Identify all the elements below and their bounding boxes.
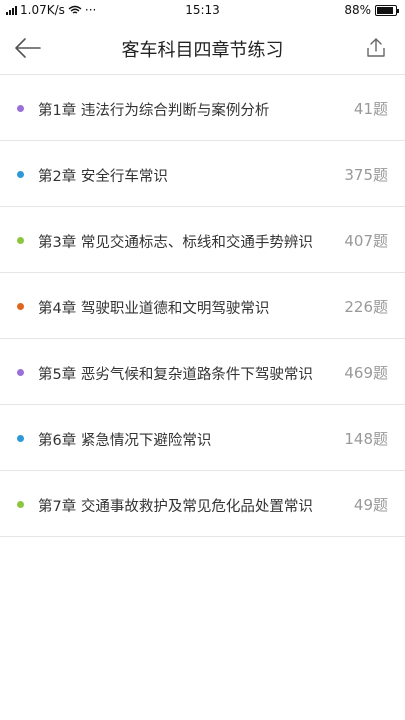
battery-percent: 88% xyxy=(344,3,371,17)
chapter-dot-icon xyxy=(17,501,24,508)
status-right: 88% xyxy=(344,3,399,17)
battery-level xyxy=(377,6,393,14)
chapter-count: 49题 xyxy=(353,496,388,514)
chapter-dot-icon xyxy=(17,435,24,442)
chapter-item[interactable]: 第5章 恶劣气候和复杂道路条件下驾驶常识 469题 xyxy=(0,339,405,405)
nav-bar: 客车科目四章节练习 xyxy=(0,22,405,74)
chapter-title: 第1章 违法行为综合判断与案例分析 xyxy=(38,103,270,119)
chapter-title: 第3章 常见交通标志、标线和交通手势辨识 xyxy=(38,235,313,251)
chapter-item[interactable]: 第1章 违法行为综合判断与案例分析 41题 xyxy=(0,75,405,141)
status-bar: 1.07K/s ··· 15:13 88% xyxy=(0,0,405,22)
chapter-count: 148题 xyxy=(344,430,388,448)
chapter-item[interactable]: 第3章 常见交通标志、标线和交通手势辨识 407题 xyxy=(0,207,405,273)
chapter-dot-icon xyxy=(17,171,24,178)
chapter-list: 第1章 违法行为综合判断与案例分析 41题第2章 安全行车常识 375题第3章 常见… xyxy=(0,74,405,537)
chapter-dot-icon xyxy=(17,237,24,244)
chapter-title: 第2章 安全行车常识 xyxy=(38,169,168,185)
chapter-item[interactable]: 第7章 交通事故救护及常见危化品处置常识 49题 xyxy=(0,471,405,537)
chapter-count: 407题 xyxy=(344,232,388,250)
chapter-item[interactable]: 第4章 驾驶职业道德和文明驾驶常识 226题 xyxy=(0,273,405,339)
chapter-item[interactable]: 第6章 紧急情况下避险常识 148题 xyxy=(0,405,405,471)
chapter-item[interactable]: 第2章 安全行车常识 375题 xyxy=(0,141,405,207)
chapter-title: 第7章 交通事故救护及常见危化品处置常识 xyxy=(38,499,313,515)
chapter-count: 375题 xyxy=(344,166,388,184)
chapter-title: 第6章 紧急情况下避险常识 xyxy=(38,433,212,449)
chapter-count: 469题 xyxy=(344,364,388,382)
chapter-title: 第4章 驾驶职业道德和文明驾驶常识 xyxy=(38,301,270,317)
chapter-count: 41题 xyxy=(353,100,388,118)
chapter-dot-icon xyxy=(17,105,24,112)
chapter-dot-icon xyxy=(17,369,24,376)
battery-icon xyxy=(375,4,399,16)
chapter-count: 226题 xyxy=(344,298,388,316)
share-icon[interactable] xyxy=(365,36,387,60)
chapter-title: 第5章 恶劣气候和复杂道路条件下驾驶常识 xyxy=(38,367,313,383)
chapter-dot-icon xyxy=(17,303,24,310)
page-title: 客车科目四章节练习 xyxy=(121,40,284,61)
